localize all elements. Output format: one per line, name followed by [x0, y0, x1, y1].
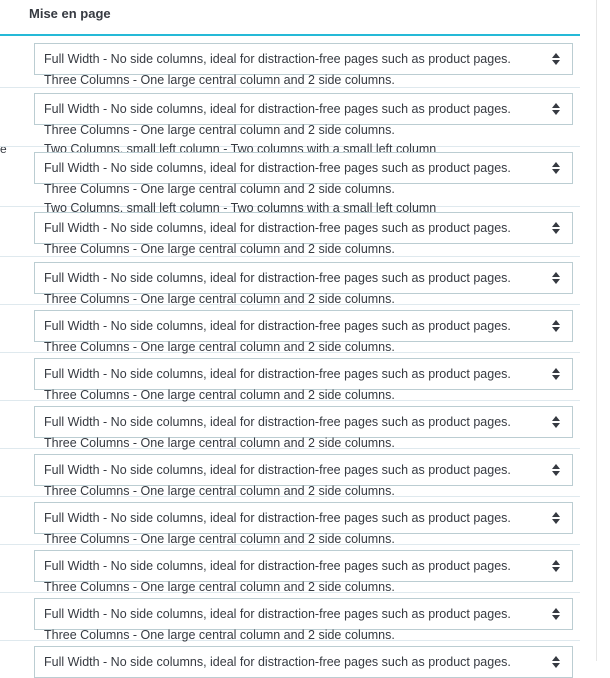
layout-select-value: Full Width - No side columns, ideal for …	[44, 655, 511, 669]
dropdown-option[interactable]: Three Columns - One large central column…	[44, 182, 395, 196]
layout-select[interactable]: Full Width - No side columns, ideal for …	[34, 262, 573, 294]
column-title-layout: Mise en page	[29, 6, 111, 21]
chevron-up-down-icon	[552, 222, 560, 234]
row-divider	[0, 256, 580, 257]
dropdown-option[interactable]: Three Columns - One large central column…	[44, 484, 395, 498]
layout-select-value: Full Width - No side columns, ideal for …	[44, 319, 511, 333]
layout-select-value: Full Width - No side columns, ideal for …	[44, 559, 511, 573]
layout-select[interactable]: Full Width - No side columns, ideal for …	[34, 646, 573, 678]
dropdown-option[interactable]: Three Columns - One large central column…	[44, 628, 395, 642]
layout-select[interactable]: Full Width - No side columns, ideal for …	[34, 598, 573, 630]
panel-edge	[596, 0, 597, 661]
clipped-row-label: e	[0, 142, 7, 156]
dropdown-option[interactable]: Three Columns - One large central column…	[44, 242, 395, 256]
layout-select[interactable]: Full Width - No side columns, ideal for …	[34, 454, 573, 486]
chevron-up-down-icon	[552, 560, 560, 572]
layout-select[interactable]: Full Width - No side columns, ideal for …	[34, 310, 573, 342]
chevron-up-down-icon	[552, 272, 560, 284]
section-header: Mise en page	[0, 0, 580, 36]
row-divider	[0, 87, 580, 88]
chevron-up-down-icon	[552, 320, 560, 332]
dropdown-option[interactable]: Three Columns - One large central column…	[44, 532, 395, 546]
layout-select-value: Full Width - No side columns, ideal for …	[44, 221, 511, 235]
layout-select[interactable]: Full Width - No side columns, ideal for …	[34, 93, 573, 125]
layout-select[interactable]: Full Width - No side columns, ideal for …	[34, 550, 573, 582]
layout-select-value: Full Width - No side columns, ideal for …	[44, 511, 511, 525]
chevron-up-down-icon	[552, 416, 560, 428]
dropdown-option[interactable]: Three Columns - One large central column…	[44, 580, 395, 594]
layout-select-value: Full Width - No side columns, ideal for …	[44, 271, 511, 285]
chevron-up-down-icon	[552, 103, 560, 115]
layout-select-value: Full Width - No side columns, ideal for …	[44, 415, 511, 429]
chevron-up-down-icon	[552, 512, 560, 524]
layout-select[interactable]: Full Width - No side columns, ideal for …	[34, 502, 573, 534]
layout-select-value: Full Width - No side columns, ideal for …	[44, 52, 511, 66]
layout-select[interactable]: Full Width - No side columns, ideal for …	[34, 43, 573, 75]
layout-select[interactable]: Full Width - No side columns, ideal for …	[34, 358, 573, 390]
layout-select[interactable]: Full Width - No side columns, ideal for …	[34, 406, 573, 438]
layout-select[interactable]: Full Width - No side columns, ideal for …	[34, 152, 573, 184]
chevron-up-down-icon	[552, 464, 560, 476]
chevron-up-down-icon	[552, 162, 560, 174]
chevron-up-down-icon	[552, 608, 560, 620]
dropdown-option[interactable]: Three Columns - One large central column…	[44, 123, 395, 137]
dropdown-option[interactable]: Three Columns - One large central column…	[44, 340, 395, 354]
dropdown-option[interactable]: Three Columns - One large central column…	[44, 73, 395, 87]
chevron-up-down-icon	[552, 368, 560, 380]
chevron-up-down-icon	[552, 53, 560, 65]
layout-select-value: Full Width - No side columns, ideal for …	[44, 607, 511, 621]
layout-select-value: Full Width - No side columns, ideal for …	[44, 161, 511, 175]
layout-select[interactable]: Full Width - No side columns, ideal for …	[34, 212, 573, 244]
layout-select-value: Full Width - No side columns, ideal for …	[44, 367, 511, 381]
layout-select-value: Full Width - No side columns, ideal for …	[44, 102, 511, 116]
dropdown-option[interactable]: Three Columns - One large central column…	[44, 436, 395, 450]
chevron-up-down-icon	[552, 656, 560, 668]
dropdown-option[interactable]: Three Columns - One large central column…	[44, 292, 395, 306]
layout-select-value: Full Width - No side columns, ideal for …	[44, 463, 511, 477]
dropdown-option[interactable]: Three Columns - One large central column…	[44, 388, 395, 402]
